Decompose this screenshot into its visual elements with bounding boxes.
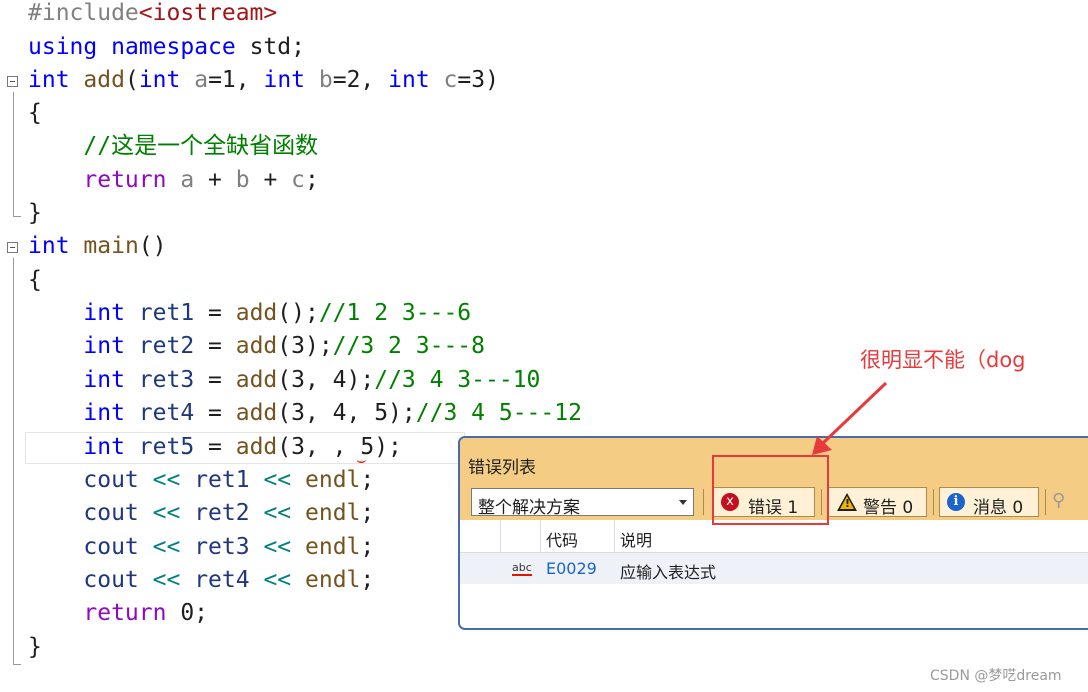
column-header-code[interactable]: 代码 <box>540 520 615 552</box>
code-line: int add(int a=1, int b=2, int c=3) <box>28 67 499 93</box>
annotation-highlight-box <box>712 455 829 525</box>
outline-end-tick <box>13 216 21 217</box>
messages-filter-button[interactable]: i 消息 0 <box>939 487 1039 518</box>
watermark: CSDN @梦呓dream <box>930 668 1062 684</box>
code-line: int ret5 = add(3, , 5); <box>83 434 402 460</box>
messages-filter-label: 消息 0 <box>973 498 1024 518</box>
toolbar-separator <box>933 489 934 515</box>
warnings-filter-button[interactable]: ! 警告 0 <box>827 487 927 518</box>
code-line: return a + b + c; <box>83 167 319 193</box>
code-line: { <box>28 100 42 126</box>
scope-dropdown[interactable]: 整个解决方案 <box>471 488 694 518</box>
outline-guide <box>13 258 14 664</box>
code-line: //这是一个全缺省函数 <box>83 133 319 159</box>
code-line: { <box>28 267 42 293</box>
code-line: using namespace std; <box>28 34 305 60</box>
toolbar-separator <box>1045 489 1046 515</box>
code-line: int ret3 = add(3, 4);//3 4 3---10 <box>83 367 541 393</box>
info-icon: i <box>947 493 965 511</box>
code-line: int ret1 = add();//1 2 3---6 <box>83 300 472 326</box>
column-header-description[interactable]: 说明 <box>614 520 1088 552</box>
filter-icon[interactable]: ⚲ <box>1052 490 1082 514</box>
error-list-title: 错误列表 <box>468 458 536 478</box>
error-squiggle-icon: ⌣ <box>356 450 367 469</box>
toolbar-separator <box>703 489 704 515</box>
column-header-category[interactable] <box>500 520 541 552</box>
code-line: int ret4 = add(3, 4, 5);//3 4 5---12 <box>83 400 582 426</box>
warning-icon-mark: ! <box>845 497 851 510</box>
code-line: int ret2 = add(3);//3 2 3---8 <box>83 333 485 359</box>
fold-toggle-add[interactable] <box>7 76 18 87</box>
spell-check-icon-underline <box>512 574 532 576</box>
code-line: cout << ret4 << endl; <box>83 567 375 593</box>
error-code: E0029 <box>546 559 597 578</box>
table-row[interactable]: abc E0029 应输入表达式 <box>460 553 1088 584</box>
chevron-down-icon <box>679 500 687 505</box>
warnings-filter-label: 警告 0 <box>863 498 914 518</box>
code-line: } <box>28 634 42 660</box>
error-description: 应输入表达式 <box>620 563 717 582</box>
code-line: int main() <box>28 233 167 259</box>
code-line: } <box>28 200 42 226</box>
code-line: cout << ret3 << endl; <box>83 534 375 560</box>
outline-guide <box>13 92 14 216</box>
fold-toggle-main[interactable] <box>7 242 18 253</box>
spell-check-icon: abc <box>512 561 532 574</box>
code-line: cout << ret2 << endl; <box>83 500 375 526</box>
column-header-icon[interactable] <box>460 520 501 552</box>
annotation-text: 很明显不能（dog <box>860 348 1026 372</box>
outline-end-tick <box>13 664 21 665</box>
code-line: return 0; <box>83 600 209 626</box>
column-header-code-label: 代码 <box>546 531 579 550</box>
column-header-description-label: 说明 <box>620 531 653 550</box>
code-line: #include<iostream> <box>28 0 278 26</box>
scope-dropdown-value: 整个解决方案 <box>478 498 580 518</box>
code-line: cout << ret1 << endl; <box>83 467 375 493</box>
